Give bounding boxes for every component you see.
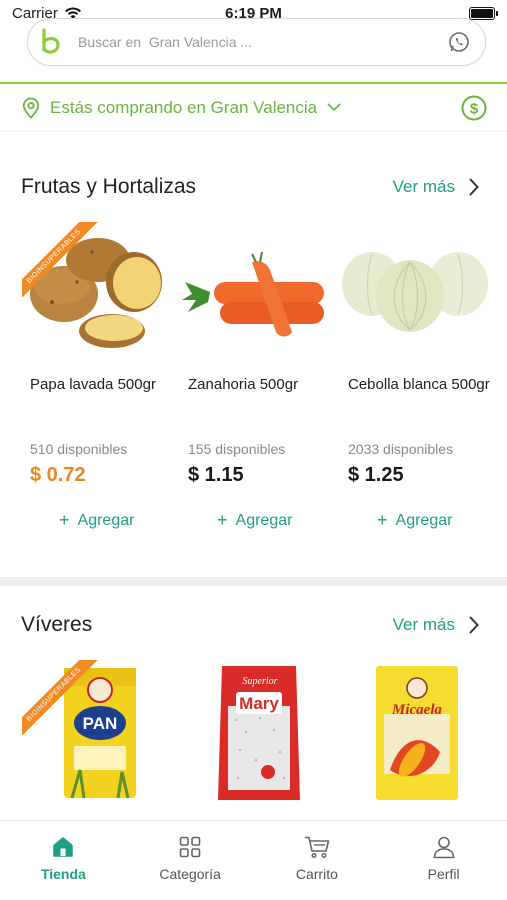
product-price: $ 1.15 bbox=[188, 464, 244, 486]
battery-icon bbox=[469, 6, 498, 20]
add-to-cart-button[interactable]: + Agregar bbox=[217, 510, 292, 531]
chevron-right-icon bbox=[469, 616, 479, 634]
nav-label: Perfil bbox=[427, 866, 460, 882]
promo-badge-label: BIOINSUPERABLES bbox=[22, 660, 102, 742]
location-pin-icon bbox=[22, 97, 40, 119]
section-title: Víveres bbox=[21, 613, 93, 636]
nav-item-tienda[interactable]: Tienda bbox=[0, 821, 127, 900]
product-image-harina-micaela: Micaela bbox=[376, 666, 458, 800]
home-icon bbox=[53, 837, 74, 857]
cart-icon bbox=[304, 836, 330, 859]
add-to-cart-button[interactable]: + Agregar bbox=[59, 510, 134, 531]
section-viveres: Víveres Ver más bbox=[0, 610, 507, 640]
search-input[interactable] bbox=[78, 34, 447, 50]
plus-icon: + bbox=[217, 510, 228, 530]
add-to-cart-button[interactable]: + Agregar bbox=[377, 510, 452, 531]
see-more-link[interactable]: Ver más bbox=[393, 615, 479, 635]
product-image-zanahoria bbox=[182, 251, 324, 337]
grid-icon bbox=[179, 836, 201, 858]
plus-icon: + bbox=[377, 510, 388, 530]
nav-label: Carrito bbox=[295, 866, 338, 882]
nav-item-perfil[interactable]: Perfil bbox=[380, 821, 507, 900]
nav-label: Tienda bbox=[40, 866, 86, 882]
chevron-right-icon bbox=[469, 178, 479, 196]
see-more-label: Ver más bbox=[392, 615, 455, 634]
promo-badge-label: BIOINSUPERABLES bbox=[22, 222, 102, 304]
section-frutas-hortalizas: Frutas y Hortalizas Ver más bbox=[0, 172, 507, 202]
section-header: Frutas y Hortalizas Ver más bbox=[0, 172, 507, 202]
product-price: $ 0.72 bbox=[30, 464, 86, 486]
svg-text:Micaela: Micaela bbox=[391, 702, 442, 718]
product-stock: 510 disponibles bbox=[30, 441, 128, 457]
currency-dollar-icon[interactable]: $ bbox=[461, 95, 487, 121]
plus-icon: + bbox=[59, 510, 70, 530]
product-image-arroz-mary: Superior Mary bbox=[218, 666, 300, 800]
section-header: Víveres Ver más bbox=[0, 610, 507, 640]
product-name: Zanahoria 500gr bbox=[188, 376, 299, 393]
nav-item-categoria[interactable]: Categoría bbox=[127, 821, 254, 900]
svg-text:Superior: Superior bbox=[243, 676, 278, 687]
brand-logo-icon bbox=[38, 27, 64, 57]
promo-ribbon: BIOINSUPERABLES bbox=[22, 222, 112, 312]
add-label: Agregar bbox=[395, 511, 453, 529]
user-icon bbox=[433, 836, 454, 859]
section-title: Frutas y Hortalizas bbox=[21, 175, 197, 198]
add-label: Agregar bbox=[77, 511, 135, 529]
product-stock: 155 disponibles bbox=[188, 441, 286, 457]
product-name: Papa lavada 500gr bbox=[30, 376, 156, 393]
product-price: $ 1.25 bbox=[348, 464, 404, 486]
promo-ribbon: BIOINSUPERABLES bbox=[22, 660, 112, 750]
product-image-cebolla bbox=[342, 252, 488, 332]
nav-item-carrito[interactable]: Carrito bbox=[254, 821, 381, 900]
bottom-nav: Tienda Categoría Carrito Perfil bbox=[0, 820, 507, 900]
add-label: Agregar bbox=[235, 511, 293, 529]
see-more-label: Ver más bbox=[392, 177, 455, 196]
product-stock: 2033 disponibles bbox=[348, 441, 454, 457]
location-label: Estás comprando en Gran Valencia bbox=[50, 97, 318, 117]
location-selector[interactable]: Estás comprando en Gran Valencia $ bbox=[0, 84, 507, 132]
product-name: Cebolla blanca 500gr bbox=[348, 376, 490, 393]
svg-text:$: $ bbox=[470, 100, 479, 117]
svg-text:Mary: Mary bbox=[239, 694, 279, 713]
search-bar[interactable] bbox=[27, 18, 486, 66]
see-more-link[interactable]: Ver más bbox=[393, 177, 479, 197]
chevron-down-icon bbox=[327, 103, 341, 112]
nav-label: Categoría bbox=[159, 866, 221, 882]
section-separator bbox=[0, 577, 507, 586]
whatsapp-icon[interactable] bbox=[447, 30, 471, 54]
